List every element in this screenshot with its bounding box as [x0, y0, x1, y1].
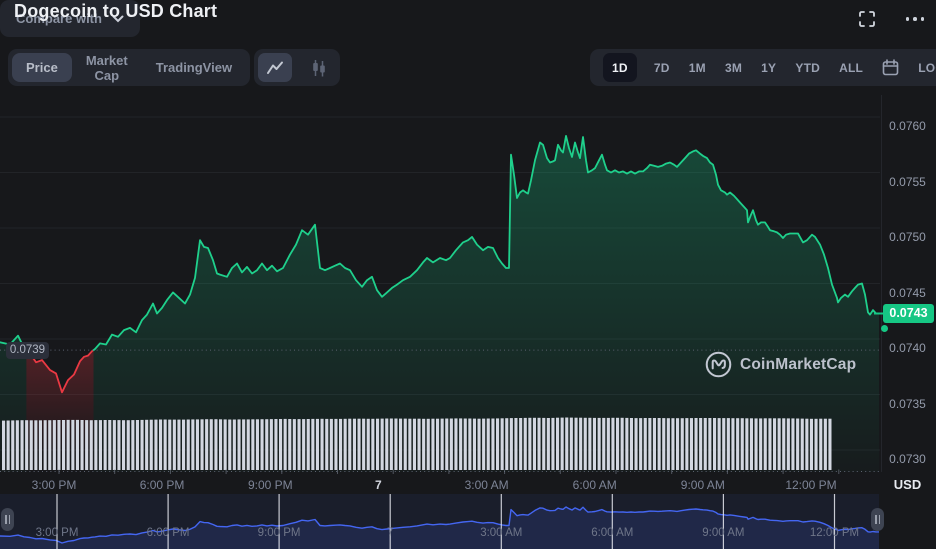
candlestick-icon — [311, 59, 327, 77]
coinmarketcap-logo-icon — [705, 351, 732, 378]
line-chart-icon — [266, 60, 284, 76]
navigator-right-handle[interactable] — [871, 508, 884, 531]
candlestick-chart-type-button[interactable] — [302, 53, 336, 82]
watermark: CoinMarketCap — [705, 351, 856, 378]
chart-type-switcher — [254, 49, 340, 86]
current-price-badge: 0.0743 — [883, 304, 934, 323]
more-menu-button[interactable] — [901, 8, 929, 30]
tab-price[interactable]: Price — [12, 53, 72, 82]
ellipsis-icon — [904, 17, 927, 21]
open-price-label: 0.0739 — [6, 342, 49, 359]
fullscreen-button[interactable] — [856, 8, 878, 30]
range-7d[interactable]: 7D — [652, 53, 672, 82]
view-switcher: Price Market Cap TradingView — [8, 49, 250, 86]
range-1m[interactable]: 1M — [687, 53, 708, 82]
line-chart-type-button[interactable] — [258, 53, 292, 82]
range-1d[interactable]: 1D — [603, 53, 637, 82]
log-scale-toggle[interactable]: LOG — [916, 53, 936, 82]
currency-label: USD — [879, 477, 936, 492]
live-price-dot — [881, 325, 888, 332]
time-range-switcher: 1D 7D 1M 3M 1Y YTD ALL LOG — [590, 49, 936, 86]
calendar-icon — [882, 59, 899, 76]
watermark-text: CoinMarketCap — [740, 356, 856, 374]
navigator-scrollbar[interactable] — [0, 494, 879, 549]
range-1y[interactable]: 1Y — [759, 53, 778, 82]
tab-tradingview[interactable]: TradingView — [142, 53, 246, 82]
range-all[interactable]: ALL — [837, 53, 865, 82]
tab-market-cap[interactable]: Market Cap — [72, 53, 142, 82]
navigator-left-handle[interactable] — [1, 508, 14, 531]
doge-usd-chart-widget: 0.07600.07550.07500.07450.07400.07350.07… — [0, 0, 936, 549]
fullscreen-icon — [858, 10, 876, 28]
main-chart-area[interactable] — [0, 90, 879, 472]
range-3m[interactable]: 3M — [723, 53, 744, 82]
range-ytd[interactable]: YTD — [793, 53, 822, 82]
page-title: Dogecoin to USD Chart — [14, 1, 217, 22]
custom-date-button[interactable] — [880, 53, 901, 82]
